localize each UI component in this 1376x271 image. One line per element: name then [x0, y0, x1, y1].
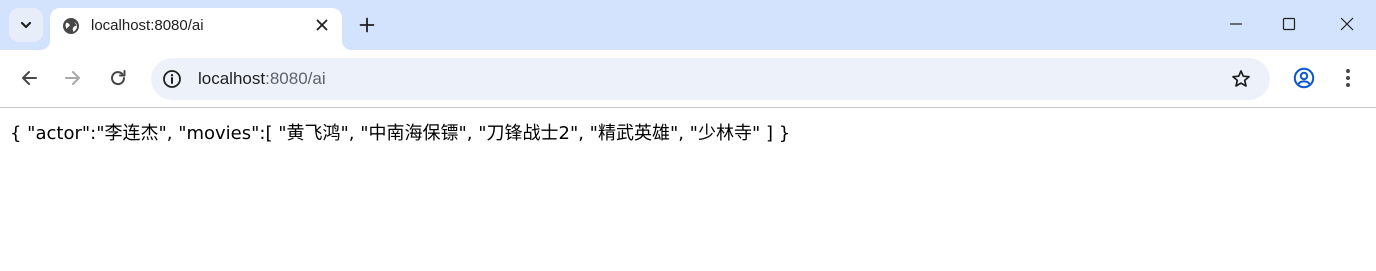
address-bar[interactable]: localhost:8080/ai	[151, 58, 1270, 100]
back-button[interactable]	[13, 62, 45, 94]
browser-toolbar: localhost:8080/ai	[0, 50, 1376, 108]
window-close-button[interactable]	[1324, 4, 1370, 44]
json-response-text: { "actor":"李连杰", "movies":[ "黄飞鸿", "中南海保…	[10, 123, 791, 144]
new-tab-button[interactable]	[352, 10, 382, 40]
forward-button[interactable]	[57, 62, 89, 94]
maximize-button[interactable]	[1266, 4, 1312, 44]
chevron-down-icon	[20, 21, 32, 29]
url-host: localhost	[198, 69, 266, 88]
plus-icon	[359, 17, 375, 33]
url-text[interactable]: localhost:8080/ai	[198, 68, 326, 90]
page-content: { "actor":"李连杰", "movies":[ "黄飞鸿", "中南海保…	[0, 108, 1376, 271]
profile-button[interactable]	[1289, 62, 1319, 94]
globe-icon	[63, 18, 79, 34]
reload-icon	[111, 70, 126, 86]
minimize-button[interactable]	[1213, 4, 1259, 44]
site-info-button[interactable]	[161, 68, 183, 90]
search-tabs-button[interactable]	[9, 8, 43, 42]
tab-strip: localhost:8080/ai	[0, 0, 1376, 50]
bookmark-button[interactable]	[1228, 66, 1254, 92]
minimize-icon	[1230, 23, 1242, 25]
arrow-left-icon	[22, 71, 37, 85]
url-path: :8080/ai	[265, 69, 326, 88]
arrow-right-icon	[65, 71, 80, 85]
maximize-icon	[1282, 17, 1296, 31]
star-icon	[1232, 70, 1250, 87]
profile-icon	[1293, 67, 1315, 89]
tab-title: localhost:8080/ai	[91, 17, 204, 34]
close-icon	[1340, 17, 1354, 31]
info-icon	[163, 70, 181, 88]
active-tab[interactable]: localhost:8080/ai	[40, 8, 352, 50]
menu-button[interactable]	[1333, 62, 1363, 94]
tab-close-button[interactable]	[312, 15, 332, 35]
close-icon	[316, 19, 328, 31]
reload-button[interactable]	[102, 62, 134, 94]
kebab-menu-icon	[1346, 69, 1350, 87]
